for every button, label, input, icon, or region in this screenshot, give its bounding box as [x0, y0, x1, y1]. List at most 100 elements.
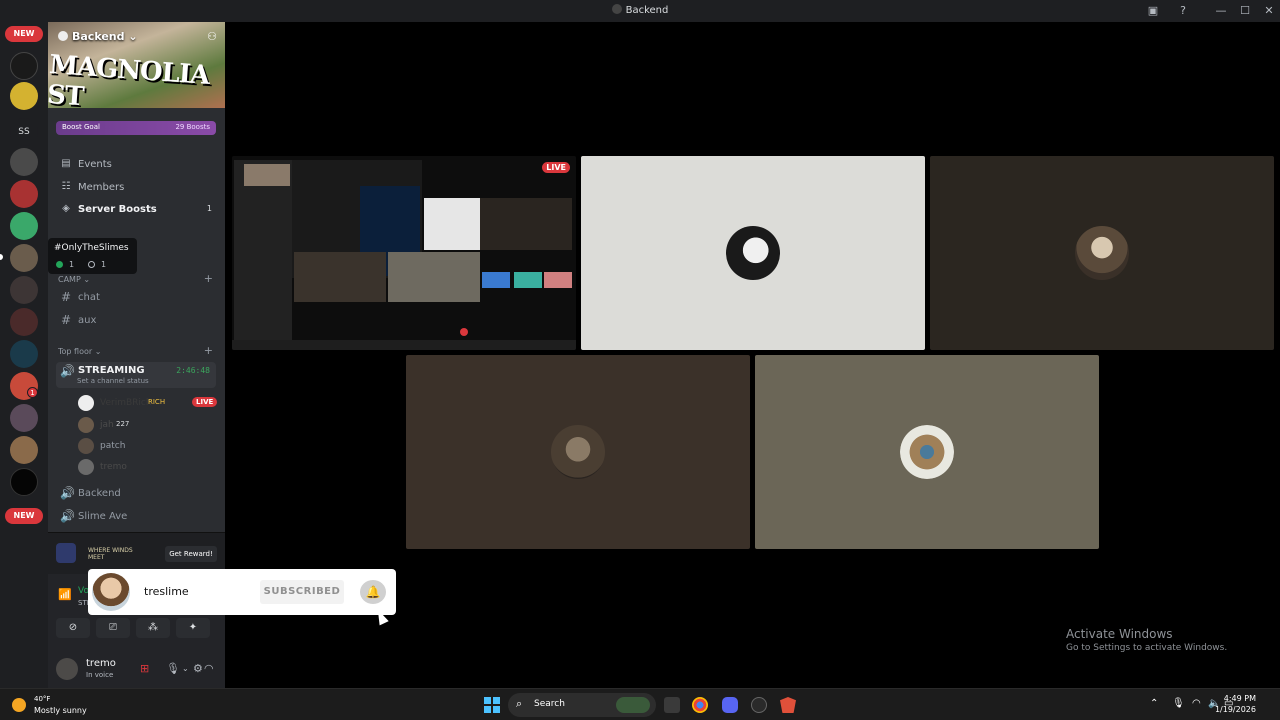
channel-name: treslime	[144, 585, 189, 598]
voice-channel-slime-ave[interactable]: 🔊 Slime Ave	[56, 507, 216, 527]
app-icon[interactable]	[751, 697, 767, 713]
unread-pip	[0, 254, 3, 260]
server-icon-ss[interactable]: SS	[10, 118, 38, 146]
chevron-up-icon[interactable]: ⌃	[1150, 698, 1158, 709]
server-icon	[611, 4, 622, 14]
help-icon[interactable]: ?	[1176, 4, 1190, 18]
voice-user-jah[interactable]: jah 227	[78, 415, 218, 435]
add-channel-icon[interactable]: +	[204, 344, 213, 357]
headphones-icon[interactable]: ◠	[204, 662, 214, 675]
weather-desc: Mostly sunny	[34, 706, 87, 715]
channel-chat[interactable]: # chat	[56, 288, 216, 308]
discord-window: Backend ▣ ? — ☐ ✕ NEW SS 1 NEW MAGNOLIA …	[0, 0, 1280, 720]
speaker-icon: 🔊	[60, 364, 75, 378]
user-status: In voice	[86, 671, 114, 679]
participant-avatar	[1075, 226, 1129, 280]
chrome-icon[interactable]	[692, 697, 708, 713]
microphone-icon[interactable]: 🎙	[1172, 698, 1185, 709]
get-reward-button[interactable]: Get Reward!	[165, 546, 217, 562]
nav-events[interactable]: ▤ Events	[56, 155, 216, 175]
participant-avatar	[726, 226, 780, 280]
close-icon[interactable]: ✕	[1262, 4, 1276, 18]
voice-user-patch[interactable]: patch	[78, 436, 218, 456]
participant-tile-2[interactable]	[930, 156, 1274, 350]
controller-icon[interactable]: ⊞	[140, 662, 149, 675]
voice-user-tremo[interactable]: tremo	[78, 457, 218, 477]
server-icon-7[interactable]	[10, 276, 38, 304]
server-badge-icon	[58, 31, 68, 41]
settings-icon[interactable]: ⚙	[193, 662, 203, 675]
discord-icon[interactable]	[722, 697, 738, 713]
server-icon-6[interactable]	[10, 244, 38, 272]
server-icon-1[interactable]	[10, 52, 38, 80]
activities-icon[interactable]: ⁂	[136, 618, 170, 638]
stream-timer: 2:46:48	[176, 366, 210, 375]
channel-status[interactable]: Set a channel status	[77, 377, 149, 385]
server-icon-13[interactable]	[10, 468, 38, 496]
server-icon-11[interactable]	[10, 404, 38, 432]
brave-icon[interactable]	[780, 697, 796, 713]
maximize-icon[interactable]: ☐	[1238, 4, 1252, 18]
server-icon-2[interactable]	[10, 82, 38, 110]
username: tremo	[86, 658, 116, 669]
game-name: WHERE WINDS MEET	[88, 547, 133, 561]
taskbar-clock[interactable]: 4:49 PM 1/19/2026	[1215, 693, 1256, 715]
server-icon-5[interactable]	[10, 212, 38, 240]
boost-goal-bar[interactable]: Boost Goal 29 Boosts	[56, 121, 216, 135]
server-rail: NEW SS 1 NEW	[0, 22, 48, 688]
voice-user-verimbrich[interactable]: VerimBRich RICH LIVE	[78, 393, 218, 413]
participant-tile-1[interactable]	[581, 156, 925, 350]
screen-share-icon[interactable]: ⎚	[96, 618, 130, 638]
bell-icon[interactable]: 🔔	[360, 580, 386, 604]
voice-channel-streaming[interactable]: 🔊 STREAMING Set a channel status 2:46:48	[56, 362, 216, 388]
channel-avatar	[92, 573, 130, 611]
soundboard-icon[interactable]: ✦	[176, 618, 210, 638]
live-badge: LIVE	[192, 397, 218, 407]
hash-icon: #	[60, 313, 72, 327]
speaker-icon: 🔊	[60, 486, 75, 500]
server-icon-8[interactable]	[10, 308, 38, 336]
participant-tile-4[interactable]	[755, 355, 1099, 549]
category-camp[interactable]: CAMP ⌄	[58, 275, 90, 284]
taskbar-search[interactable]: ⌕ Search	[508, 693, 656, 717]
screen-share-tile[interactable]: LIVE	[232, 156, 576, 350]
category-top-floor[interactable]: Top floor ⌄	[58, 347, 101, 356]
server-icon-3[interactable]	[10, 148, 38, 176]
nav-server-boosts[interactable]: ◈ Server Boosts 1	[56, 200, 216, 220]
nav-members[interactable]: ☷ Members	[56, 178, 216, 198]
subscribed-button[interactable]: SUBSCRIBED	[260, 580, 344, 604]
channel-tooltip: #OnlyTheSlimes 1 1	[48, 238, 137, 274]
server-banner: MAGNOLIA ST Backend ⌄ ⚇	[48, 22, 225, 108]
members-icon: ☷	[61, 181, 71, 192]
avatar	[78, 438, 94, 454]
rich-tag: RICH	[148, 398, 166, 406]
wifi-icon[interactable]: ◠	[1192, 698, 1201, 709]
task-view-icon[interactable]	[664, 697, 680, 713]
server-icon-9[interactable]	[10, 340, 38, 368]
live-badge: LIVE	[542, 162, 570, 173]
boost-count-badge: 1	[206, 204, 212, 213]
inbox-icon[interactable]: ▣	[1146, 4, 1160, 18]
user-avatar[interactable]	[56, 658, 78, 680]
new-badge: NEW	[5, 26, 43, 42]
chevron-down-icon[interactable]: ⌄	[182, 664, 189, 673]
tooltip-members: 1	[88, 260, 106, 269]
subscribed-overlay: treslime SUBSCRIBED 🔔	[88, 569, 396, 615]
camera-off-icon[interactable]: ⊘	[56, 618, 90, 638]
microphone-icon[interactable]: 🎙	[166, 662, 180, 675]
mention-badge: 1	[27, 387, 38, 398]
add-channel-icon[interactable]: +	[204, 272, 213, 285]
participant-tile-3[interactable]	[406, 355, 750, 549]
channel-aux[interactable]: # aux	[56, 311, 216, 331]
server-icon-12[interactable]	[10, 436, 38, 464]
start-icon[interactable]	[484, 697, 500, 713]
avatar	[78, 417, 94, 433]
signal-icon[interactable]: 📶	[58, 588, 72, 601]
server-icon-4[interactable]	[10, 180, 38, 208]
boost-count: 29 Boosts	[175, 123, 210, 131]
boost-goal-label: Boost Goal	[62, 123, 100, 131]
minimize-icon[interactable]: —	[1214, 4, 1228, 18]
invite-icon[interactable]: ⚇	[207, 30, 217, 43]
server-name-dropdown[interactable]: Backend ⌄	[58, 30, 138, 43]
voice-channel-backend[interactable]: 🔊 Backend	[56, 484, 216, 504]
